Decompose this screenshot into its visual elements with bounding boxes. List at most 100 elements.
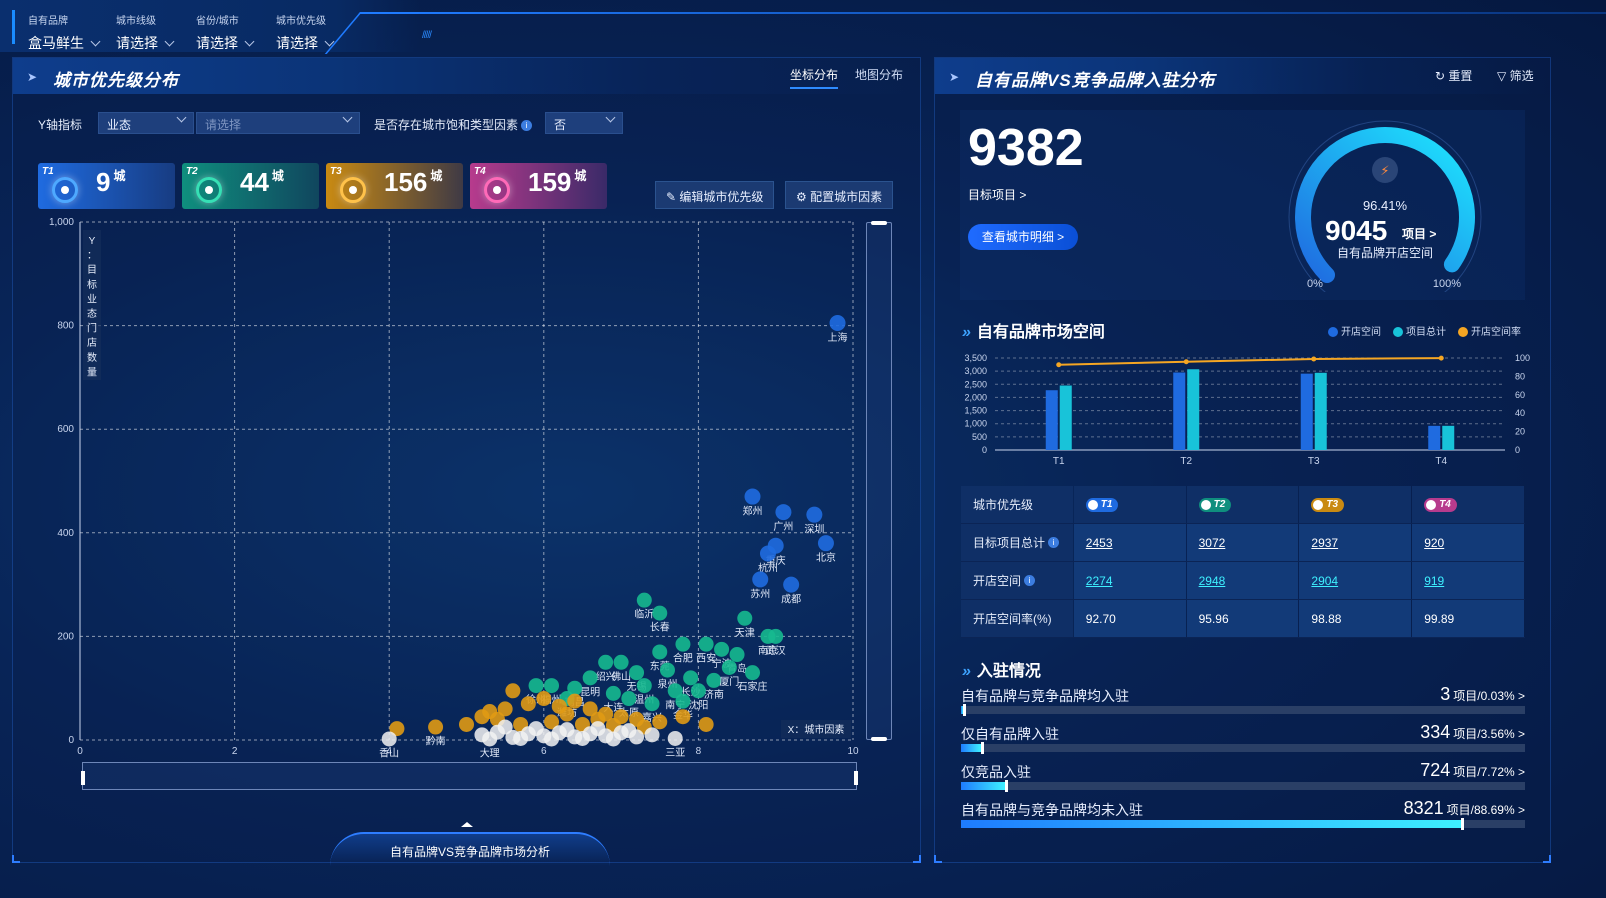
bar[interactable] bbox=[1428, 425, 1441, 450]
filter-province-city[interactable]: 省份/城市 请选择 bbox=[196, 12, 255, 53]
factor-select[interactable]: 否 bbox=[545, 112, 623, 134]
data-point[interactable] bbox=[652, 605, 668, 621]
data-point[interactable] bbox=[675, 636, 691, 652]
bottom-analysis-tab[interactable]: 自有品牌VS竞争品牌市场分析 bbox=[330, 832, 610, 866]
view-city-detail-button[interactable]: 查看城市明细 > bbox=[968, 224, 1078, 250]
table-cell-link[interactable]: 919 bbox=[1424, 574, 1444, 588]
data-point[interactable] bbox=[690, 683, 706, 699]
tier-card-t4[interactable]: T4 159 城 bbox=[470, 163, 607, 209]
entry-item[interactable]: 自有品牌与竞争品牌均未入驻 8321 项目/88.69% > bbox=[961, 798, 1525, 830]
bar[interactable] bbox=[1442, 425, 1455, 450]
entry-item[interactable]: 自有品牌与竞争品牌均入驻 3 项目/0.03% > bbox=[961, 684, 1525, 716]
data-point[interactable] bbox=[428, 719, 444, 735]
table-cell-link[interactable]: 3072 bbox=[1199, 536, 1226, 550]
data-point[interactable] bbox=[582, 670, 598, 686]
data-point[interactable] bbox=[659, 662, 675, 678]
data-point[interactable] bbox=[683, 670, 699, 686]
entry-value[interactable]: 3 项目/0.03% > bbox=[1440, 684, 1525, 705]
data-point[interactable] bbox=[621, 691, 637, 707]
tab-coordinate[interactable]: 坐标分布 bbox=[790, 66, 839, 89]
bar[interactable] bbox=[1173, 372, 1186, 450]
data-point[interactable] bbox=[505, 683, 521, 699]
market-space-bar-chart[interactable]: 0 500 1,000 1,500 2,000 2,500 3,000 3,500 0 20 40 6… bbox=[940, 348, 1540, 473]
table-cell-link[interactable]: 2274 bbox=[1086, 574, 1113, 588]
data-point[interactable] bbox=[567, 693, 583, 709]
data-point[interactable] bbox=[598, 654, 614, 670]
data-point[interactable] bbox=[752, 571, 769, 588]
data-point[interactable] bbox=[621, 723, 637, 739]
info-icon[interactable]: i bbox=[1048, 537, 1060, 548]
bar[interactable] bbox=[1187, 369, 1200, 450]
info-icon[interactable]: i bbox=[521, 120, 533, 132]
data-point[interactable] bbox=[629, 665, 645, 681]
data-point[interactable] bbox=[759, 545, 776, 562]
data-point[interactable] bbox=[528, 721, 544, 737]
data-point[interactable] bbox=[482, 704, 498, 720]
data-point[interactable] bbox=[513, 730, 529, 746]
table-cell-link[interactable]: 2937 bbox=[1311, 536, 1338, 550]
table-cell-link[interactable]: 920 bbox=[1424, 536, 1444, 550]
data-point[interactable] bbox=[768, 628, 784, 644]
data-point[interactable] bbox=[737, 610, 753, 626]
data-point[interactable] bbox=[829, 315, 846, 332]
data-point[interactable] bbox=[459, 716, 474, 732]
entry-value[interactable]: 8321 项目/88.69% > bbox=[1404, 798, 1525, 819]
slider-handle-right[interactable] bbox=[854, 771, 858, 785]
data-point[interactable] bbox=[520, 696, 536, 712]
table-cell-link[interactable]: 2948 bbox=[1199, 574, 1226, 588]
data-point[interactable] bbox=[817, 535, 834, 552]
legend-item-rate[interactable]: 开店空间率 bbox=[1458, 323, 1521, 338]
bar[interactable] bbox=[1314, 372, 1327, 450]
bar[interactable] bbox=[1045, 390, 1058, 450]
data-point[interactable] bbox=[605, 731, 621, 747]
entry-value[interactable]: 724 项目/7.72% > bbox=[1420, 760, 1525, 781]
data-point[interactable] bbox=[775, 504, 792, 521]
data-point[interactable] bbox=[667, 730, 683, 746]
data-point[interactable] bbox=[783, 576, 800, 593]
slider-handle-left[interactable] bbox=[81, 771, 85, 785]
vertical-zoom-slider[interactable] bbox=[866, 221, 892, 741]
table-cell-link[interactable]: 2904 bbox=[1311, 574, 1338, 588]
data-point[interactable] bbox=[698, 636, 714, 652]
y-axis-sub-select[interactable]: 请选择 bbox=[196, 112, 360, 134]
data-point[interactable] bbox=[590, 721, 606, 737]
filter-brand[interactable]: 自有品牌 盒马鲜生 bbox=[28, 12, 101, 53]
data-point[interactable] bbox=[482, 731, 498, 747]
config-factor-button[interactable]: ⚙ 配置城市因素 bbox=[785, 181, 894, 209]
data-point[interactable] bbox=[528, 678, 544, 694]
data-point[interactable] bbox=[729, 647, 745, 663]
edit-priority-button[interactable]: ✎ 编辑城市优先级 bbox=[655, 181, 775, 209]
entry-item[interactable]: 仅竞品入驻 724 项目/7.72% > bbox=[961, 760, 1525, 792]
tier-card-t1[interactable]: T1 9城 bbox=[38, 163, 175, 209]
city-scatter-chart[interactable]: 0 2 4 6 8 1002004006008001,000Y ：目标业态门店数量X：城市因… bbox=[40, 215, 860, 760]
target-link[interactable]: 目标项目 > bbox=[968, 186, 1026, 203]
data-point[interactable] bbox=[675, 709, 691, 725]
data-point[interactable] bbox=[644, 696, 660, 712]
data-point[interactable] bbox=[698, 716, 714, 732]
data-point[interactable] bbox=[721, 659, 737, 675]
data-point[interactable] bbox=[536, 691, 552, 707]
data-point[interactable] bbox=[559, 706, 575, 722]
table-cell-link[interactable]: 2453 bbox=[1086, 536, 1113, 550]
data-point[interactable] bbox=[675, 693, 691, 709]
data-point[interactable] bbox=[636, 592, 652, 608]
tier-card-t3[interactable]: T3 156 城 bbox=[326, 163, 463, 209]
data-point[interactable] bbox=[652, 714, 668, 730]
data-point[interactable] bbox=[744, 488, 761, 505]
horizontal-zoom-slider[interactable] bbox=[81, 762, 858, 790]
legend-item-total[interactable]: 项目总计 bbox=[1393, 323, 1446, 338]
entry-item[interactable]: 仅自有品牌入驻 334 项目/3.56% > bbox=[961, 722, 1525, 754]
tab-map[interactable]: 地图分布 bbox=[855, 66, 903, 83]
y-axis-select[interactable]: 业态 bbox=[98, 112, 194, 134]
data-point[interactable] bbox=[559, 722, 575, 738]
data-point[interactable] bbox=[544, 678, 560, 694]
bar[interactable] bbox=[1059, 385, 1072, 450]
legend-item-open-space[interactable]: 开店空间 bbox=[1328, 323, 1381, 338]
data-point[interactable] bbox=[497, 719, 513, 735]
entry-value[interactable]: 334 项目/3.56% > bbox=[1420, 722, 1525, 743]
data-point[interactable] bbox=[745, 665, 761, 681]
data-point[interactable] bbox=[806, 506, 823, 523]
filter-city-level[interactable]: 城市线级 请选择 bbox=[116, 12, 175, 53]
reset-button[interactable]: ↻ 重置 bbox=[1435, 67, 1472, 84]
data-point[interactable] bbox=[613, 654, 629, 670]
